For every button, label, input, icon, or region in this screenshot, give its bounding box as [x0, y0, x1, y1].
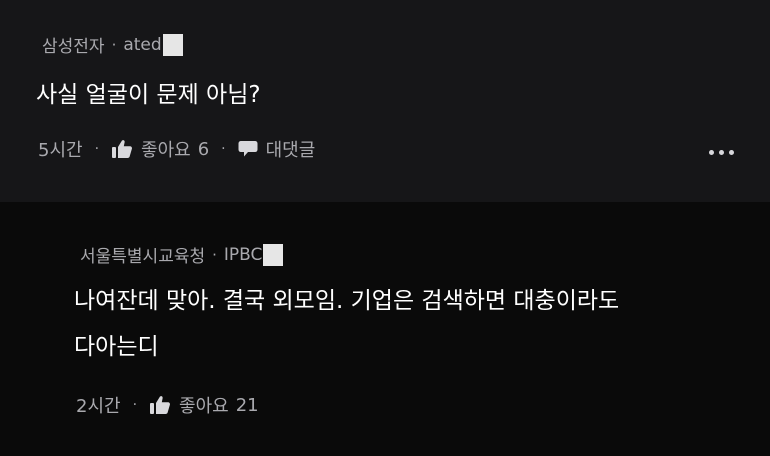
comment-author-org[interactable]: 삼성전자 — [42, 32, 105, 57]
reply-text-line-2: 다아는디 — [74, 334, 159, 360]
like-button[interactable]: 좋아요 6 — [111, 136, 209, 162]
comment-time: 5시간 — [38, 140, 83, 161]
more-options-button[interactable] — [709, 150, 734, 155]
reply-button[interactable]: 대댓글 — [238, 136, 316, 162]
like-count: 6 — [197, 138, 210, 160]
action-separator: · — [94, 141, 100, 157]
reply-label: 대댓글 — [265, 140, 316, 161]
reply-text-line-1: 나여잔데 맞아. 결국 외모임. 기업은 검색하면 대충이라도 — [74, 288, 620, 314]
comment-actions: 5시간 · 좋아요 6 · 대댓글 — [38, 136, 315, 162]
reply-author-org[interactable]: 서울특별시교육청 — [80, 242, 205, 267]
comment-text: 사실 얼굴이 문제 아님? — [36, 82, 261, 108]
action-separator: · — [132, 397, 138, 413]
like-label: 좋아요 — [141, 140, 191, 161]
action-separator: · — [221, 141, 226, 157]
reply-actions: 2시간 · 좋아요 21 — [76, 392, 259, 418]
thumbs-up-icon — [149, 395, 171, 415]
like-button[interactable]: 좋아요 21 — [149, 392, 259, 418]
reply-author-meta: 서울특별시교육청 · IPBC — [80, 242, 284, 267]
meta-separator: · — [111, 35, 117, 54]
reply-comment: 서울특별시교육청 · IPBC 나여잔데 맞아. 결국 외모임. 기업은 검색하… — [0, 202, 770, 456]
comment: 삼성전자 · ated 사실 얼굴이 문제 아님? 5시간 · 좋아요 6 · — [0, 0, 770, 202]
comment-author-name[interactable]: ated — [123, 35, 161, 55]
like-label: 좋아요 — [179, 396, 229, 417]
more-horizontal-icon — [709, 150, 714, 155]
redaction-box — [263, 243, 284, 266]
redaction-box — [162, 33, 183, 56]
like-count: 21 — [235, 394, 259, 416]
meta-separator: · — [212, 245, 217, 264]
reply-time: 2시간 — [76, 396, 121, 417]
reply-author-name[interactable]: IPBC — [224, 245, 263, 265]
comment-author-meta: 삼성전자 · ated — [42, 32, 183, 57]
thumbs-up-icon — [111, 139, 133, 159]
speech-bubble-icon — [238, 140, 258, 158]
